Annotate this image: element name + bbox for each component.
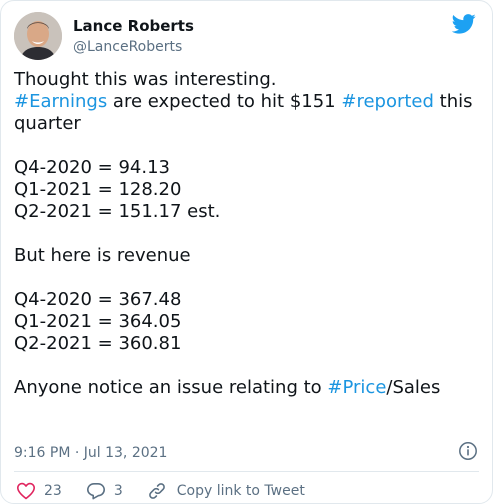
tweet-text-segment: are expected to hit $151 — [107, 91, 342, 112]
tweet-line: Thought this was interesting. — [14, 69, 277, 90]
revenue-line: Q1-2021 = 364.05 — [14, 311, 182, 332]
hashtag-price[interactable]: #Price — [327, 377, 386, 398]
reply-count: 3 — [113, 483, 123, 499]
reply-button[interactable]: 3 — [86, 482, 123, 500]
tweet-text-segment: Anyone notice an issue relating to — [14, 377, 328, 398]
tweet-line: Anyone notice an issue relating to #Pric… — [14, 377, 484, 399]
info-icon[interactable] — [458, 441, 478, 461]
tweet-card: Lance Roberts @LanceRoberts Thought this… — [0, 0, 493, 504]
hashtag-earnings[interactable]: #Earnings — [14, 91, 107, 112]
earnings-line: Q4-2020 = 94.13 — [14, 157, 170, 178]
tweet-text: Thought this was interesting. #Earnings … — [14, 69, 484, 399]
copy-link-button[interactable]: Copy link to Tweet — [147, 482, 305, 500]
revenue-line: Q2-2021 = 360.81 — [14, 333, 182, 354]
copy-link-label: Copy link to Tweet — [176, 483, 305, 499]
hashtag-reported[interactable]: #reported — [341, 91, 434, 112]
heart-icon — [17, 482, 35, 500]
earnings-line: Q2-2021 = 151.17 est. — [14, 201, 221, 222]
earnings-line: Q1-2021 = 128.20 — [14, 179, 182, 200]
twitter-bird-icon[interactable] — [452, 14, 476, 34]
reply-icon — [86, 483, 105, 500]
tweet-text-segment: /Sales — [386, 377, 441, 398]
author-handle[interactable]: @LanceRoberts — [73, 38, 182, 56]
like-count: 23 — [44, 483, 62, 499]
like-button[interactable]: 23 — [16, 482, 62, 500]
tweet-line: #Earnings are expected to hit $151 #repo… — [14, 91, 484, 113]
divider — [14, 471, 479, 472]
revenue-intro: But here is revenue — [14, 245, 191, 266]
tweet-actions: 23 3 Copy link to Tweet — [16, 481, 329, 501]
avatar[interactable] — [14, 12, 62, 60]
tweet-line: quarter — [14, 113, 81, 134]
revenue-line: Q4-2020 = 367.48 — [14, 289, 182, 310]
link-icon — [148, 483, 165, 499]
tweet-timestamp[interactable]: 9:16 PM · Jul 13, 2021 — [14, 444, 167, 462]
tweet-text-segment: this — [433, 91, 473, 112]
author-name[interactable]: Lance Roberts — [73, 17, 194, 35]
